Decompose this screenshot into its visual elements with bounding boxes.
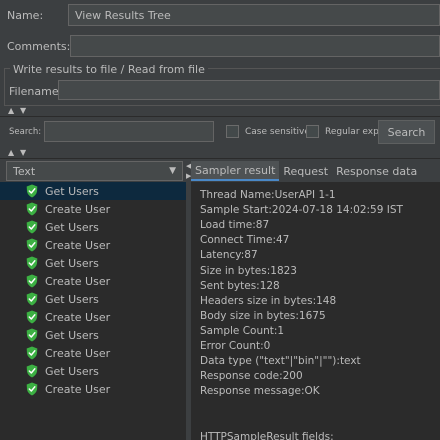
tree-item-label: Create User [45,238,111,252]
tree-item[interactable]: Create User [0,380,186,398]
filename-label: Filename [9,85,59,98]
result-line: Sample Count:1 [200,324,285,337]
splitter-line [0,158,440,159]
tree-item-label: Get Users [45,364,99,378]
tree-item[interactable]: Create User [0,344,186,362]
result-line: Response code:200 [200,370,303,383]
search-button[interactable]: Search [378,120,435,144]
tree-item-label: Create User [45,382,111,396]
result-line: Body size in bytes:1675 [200,309,326,322]
tree-item[interactable]: Create User [0,272,186,290]
shield-check-icon [26,382,38,396]
shield-check-icon [26,310,38,324]
triangle-down-icon[interactable]: ▼ [20,106,26,115]
name-label: Name: [7,9,44,22]
file-group-title: Write results to file / Read from file [10,63,208,76]
result-line: Connect Time:47 [200,234,290,247]
result-line: Response message:OK [200,385,320,398]
regex-option[interactable]: Regular exp. [306,125,382,138]
tree-item-label: Create User [45,274,111,288]
case-sensitive-option[interactable]: Case sensitive [226,125,310,138]
result-line: Size in bytes:1823 [200,264,297,277]
result-line: Load time:87 [200,219,270,232]
result-line: Latency:87 [200,249,258,262]
tab-response-data[interactable]: Response data [332,161,421,181]
renderer-select[interactable]: Text ▼ [6,161,183,181]
tree-item[interactable]: Create User [0,200,186,218]
result-line: Error Count:0 [200,340,271,352]
tree-item[interactable]: Get Users [0,290,186,308]
sampler-result-panel: Thread Name:UserAPI 1-1 Sample Start:2024… [191,182,440,440]
tree-item-label: Get Users [45,220,99,234]
splitter-line [0,116,440,117]
tree-item[interactable]: Get Users [0,362,186,380]
regex-checkbox[interactable] [306,125,319,138]
result-line: Headers size in bytes:148 [200,294,337,307]
tab-request[interactable]: Request [279,161,332,181]
tree-item-label: Create User [45,346,111,360]
regex-label: Regular exp. [325,126,382,137]
triangle-down-icon[interactable]: ▼ [20,148,26,157]
name-field[interactable]: View Results Tree [68,4,440,26]
result-line: Sample Start:2024-07-18 14:02:59 IST [200,204,403,217]
result-tabs: Sampler result Request Response data [191,161,421,181]
tree-item-label: Get Users [45,292,99,306]
results-tree: Get Users Create User Get Users Create User… [0,182,186,440]
result-line: HTTPSampleResult fields: [200,430,334,440]
chevron-down-icon: ▼ [169,166,176,176]
tree-item[interactable]: Get Users [0,218,186,236]
search-label: Search: [9,127,42,137]
shield-check-icon [26,184,38,198]
filename-field[interactable] [58,80,440,100]
tree-item[interactable]: Create User [0,308,186,326]
result-line: Sent bytes:128 [200,279,280,292]
tree-item[interactable]: Get Users [0,182,186,200]
shield-check-icon [26,274,38,288]
tree-item-label: Get Users [45,256,99,270]
tree-item-label: Create User [45,310,111,324]
tree-item-label: Create User [45,202,111,216]
result-line: Thread Name:UserAPI 1-1 [200,189,336,201]
triangle-up-icon[interactable]: ▲ [8,148,14,157]
tree-item[interactable]: Get Users [0,254,186,272]
shield-check-icon [26,364,38,378]
tree-item[interactable]: Get Users [0,326,186,344]
shield-check-icon [26,256,38,270]
shield-check-icon [26,328,38,342]
comments-label: Comments: [7,40,71,53]
result-line: Data type ("text"|"bin"|""):text [200,355,361,368]
tab-sampler-result[interactable]: Sampler result [191,161,280,181]
shield-check-icon [26,292,38,306]
tree-item-label: Get Users [45,184,99,198]
tree-item-label: Get Users [45,328,99,342]
case-sensitive-label: Case sensitive [245,126,310,137]
tree-item[interactable]: Create User [0,236,186,254]
search-input[interactable] [44,121,214,142]
shield-check-icon [26,346,38,360]
case-sensitive-checkbox[interactable] [226,125,239,138]
shield-check-icon [26,202,38,216]
name-field-value: View Results Tree [75,8,171,22]
renderer-select-value: Text [13,164,36,178]
shield-check-icon [26,238,38,252]
shield-check-icon [26,220,38,234]
comments-field[interactable] [70,35,440,57]
triangle-up-icon[interactable]: ▲ [8,106,14,115]
